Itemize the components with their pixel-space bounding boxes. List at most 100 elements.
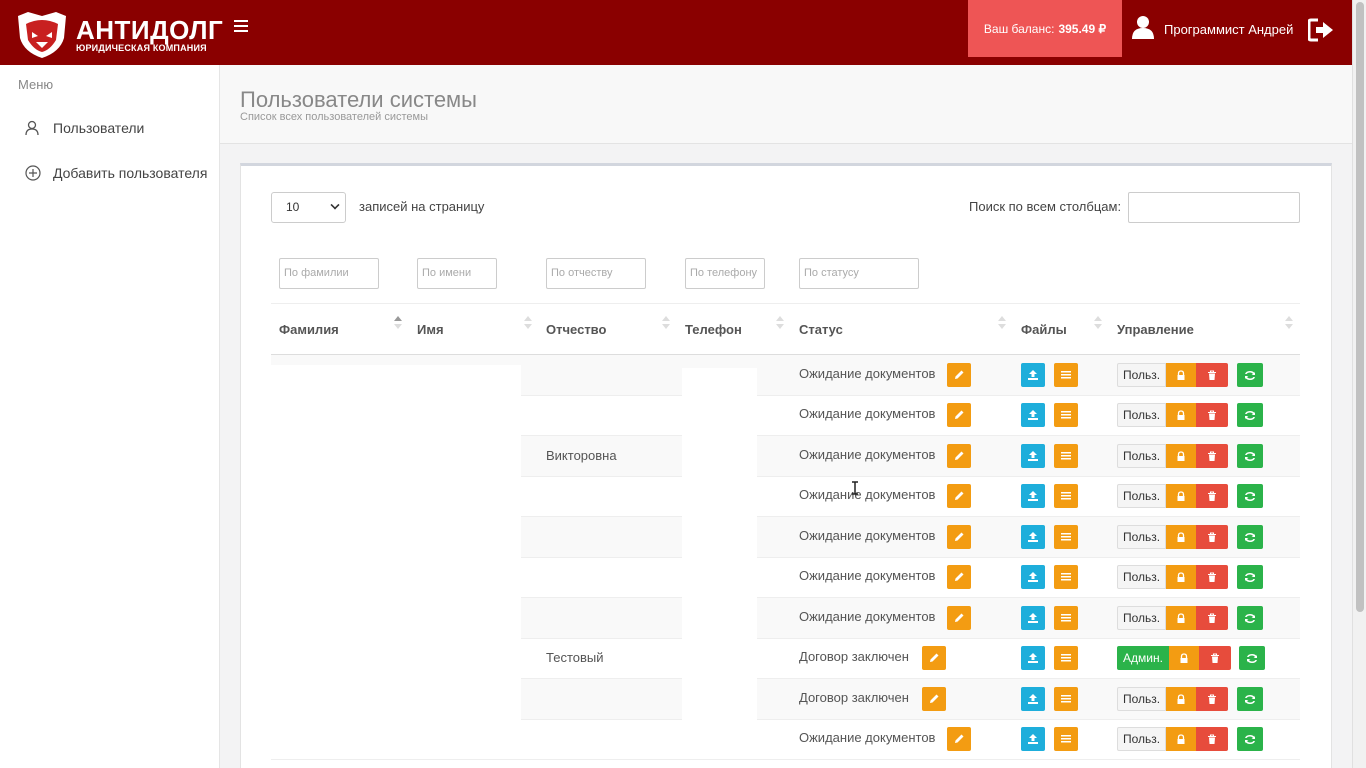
files-list-button[interactable] <box>1054 444 1078 468</box>
role-button[interactable]: Польз. <box>1117 606 1167 630</box>
delete-user-button[interactable] <box>1196 484 1229 508</box>
files-list-button[interactable] <box>1054 484 1078 508</box>
delete-user-button[interactable] <box>1196 444 1229 468</box>
edit-status-button[interactable] <box>947 525 971 549</box>
upload-file-button[interactable] <box>1021 484 1045 508</box>
column-header-status[interactable]: Статус <box>799 322 843 337</box>
edit-status-button[interactable] <box>947 363 971 387</box>
files-list-button[interactable] <box>1054 687 1078 711</box>
user-menu[interactable]: Программист Андрей <box>1132 15 1293 39</box>
delete-user-button[interactable] <box>1196 363 1229 387</box>
reset-password-button[interactable] <box>1237 525 1263 549</box>
delete-user-button[interactable] <box>1196 606 1229 630</box>
edit-status-button[interactable] <box>922 687 946 711</box>
upload-file-button[interactable] <box>1021 444 1045 468</box>
role-button[interactable]: Польз. <box>1117 363 1167 387</box>
filter-last-name[interactable]: По фамилии <box>279 258 379 289</box>
role-button[interactable]: Польз. <box>1117 525 1167 549</box>
files-list-button[interactable] <box>1054 363 1078 387</box>
upload-file-button[interactable] <box>1021 363 1045 387</box>
block-user-button[interactable] <box>1166 403 1197 427</box>
upload-file-button[interactable] <box>1021 606 1045 630</box>
sidebar-toggle-icon[interactable] <box>234 20 248 34</box>
reset-password-button[interactable] <box>1237 363 1263 387</box>
reset-password-button[interactable] <box>1237 687 1263 711</box>
block-user-button[interactable] <box>1166 484 1197 508</box>
files-list-button[interactable] <box>1054 565 1078 589</box>
column-header-files[interactable]: Файлы <box>1021 322 1067 337</box>
logout-icon[interactable] <box>1308 18 1334 42</box>
block-user-button[interactable] <box>1166 525 1197 549</box>
files-list-button[interactable] <box>1054 403 1078 427</box>
reset-password-button[interactable] <box>1239 646 1265 670</box>
role-button[interactable]: Польз. <box>1117 403 1167 427</box>
block-user-button[interactable] <box>1166 606 1197 630</box>
files-list-button[interactable] <box>1054 727 1078 751</box>
role-button[interactable]: Админ. <box>1117 646 1169 670</box>
edit-status-button[interactable] <box>947 444 971 468</box>
role-button[interactable]: Польз. <box>1117 727 1167 751</box>
block-user-button[interactable] <box>1166 444 1197 468</box>
brand-logo[interactable]: АНТИДОЛГ ЮРИДИЧЕСКАЯ КОМПАНИЯ <box>14 10 223 60</box>
upload-file-button[interactable] <box>1021 525 1045 549</box>
page-length-select[interactable]: 10 <box>271 192 346 223</box>
sort-icon[interactable] <box>1094 316 1102 330</box>
filter-patronymic[interactable]: По отчеству <box>546 258 646 289</box>
sort-icon[interactable] <box>394 316 402 330</box>
sort-icon[interactable] <box>662 316 670 330</box>
upload-file-button[interactable] <box>1021 565 1045 589</box>
page-scrollbar[interactable] <box>1352 0 1366 768</box>
delete-user-button[interactable] <box>1196 565 1229 589</box>
edit-status-button[interactable] <box>947 727 971 751</box>
filter-phone[interactable]: По телефону <box>685 258 765 289</box>
block-user-button[interactable] <box>1166 363 1197 387</box>
delete-user-button[interactable] <box>1196 403 1229 427</box>
edit-status-button[interactable] <box>947 565 971 589</box>
column-header-last-name[interactable]: Фамилия <box>279 322 339 337</box>
sort-icon[interactable] <box>776 316 784 330</box>
reset-password-button[interactable] <box>1237 606 1263 630</box>
files-list-button[interactable] <box>1054 646 1078 670</box>
block-user-button[interactable] <box>1166 727 1197 751</box>
column-header-first-name[interactable]: Имя <box>417 322 444 337</box>
reset-password-button[interactable] <box>1237 444 1263 468</box>
files-list-button[interactable] <box>1054 525 1078 549</box>
upload-file-button[interactable] <box>1021 687 1045 711</box>
filter-status[interactable]: По статусу <box>799 258 919 289</box>
column-header-patronymic[interactable]: Отчество <box>546 322 606 337</box>
delete-user-button[interactable] <box>1196 727 1229 751</box>
filter-first-name[interactable]: По имени <box>417 258 497 289</box>
edit-status-button[interactable] <box>922 646 946 670</box>
edit-status-button[interactable] <box>947 606 971 630</box>
delete-user-button[interactable] <box>1196 687 1229 711</box>
column-header-phone[interactable]: Телефон <box>685 322 742 337</box>
reset-password-button[interactable] <box>1237 484 1263 508</box>
delete-user-button[interactable] <box>1196 525 1229 549</box>
role-button[interactable]: Польз. <box>1117 687 1167 711</box>
role-button[interactable]: Польз. <box>1117 484 1167 508</box>
block-user-button[interactable] <box>1166 565 1197 589</box>
column-header-actions[interactable]: Управление <box>1117 322 1194 337</box>
edit-status-button[interactable] <box>947 403 971 427</box>
upload-file-button[interactable] <box>1021 646 1045 670</box>
upload-file-button[interactable] <box>1021 403 1045 427</box>
role-button[interactable]: Польз. <box>1117 444 1167 468</box>
reset-password-button[interactable] <box>1237 727 1263 751</box>
sidebar-item-add-user[interactable]: Добавить пользователя <box>25 165 207 181</box>
scrollbar-thumb[interactable] <box>1356 2 1364 612</box>
sort-icon[interactable] <box>998 316 1006 330</box>
sort-icon[interactable] <box>1285 316 1293 330</box>
block-user-button[interactable] <box>1168 646 1199 670</box>
balance-badge[interactable]: Ваш баланс: 395.49 ₽ <box>968 0 1122 57</box>
search-input[interactable] <box>1128 192 1300 223</box>
delete-user-button[interactable] <box>1198 646 1231 670</box>
sidebar-item-users[interactable]: Пользователи <box>25 120 144 136</box>
block-user-button[interactable] <box>1166 687 1197 711</box>
role-button[interactable]: Польз. <box>1117 565 1167 589</box>
sort-icon[interactable] <box>524 316 532 330</box>
reset-password-button[interactable] <box>1237 403 1263 427</box>
upload-file-button[interactable] <box>1021 727 1045 751</box>
reset-password-button[interactable] <box>1237 565 1263 589</box>
edit-status-button[interactable] <box>947 484 971 508</box>
files-list-button[interactable] <box>1054 606 1078 630</box>
